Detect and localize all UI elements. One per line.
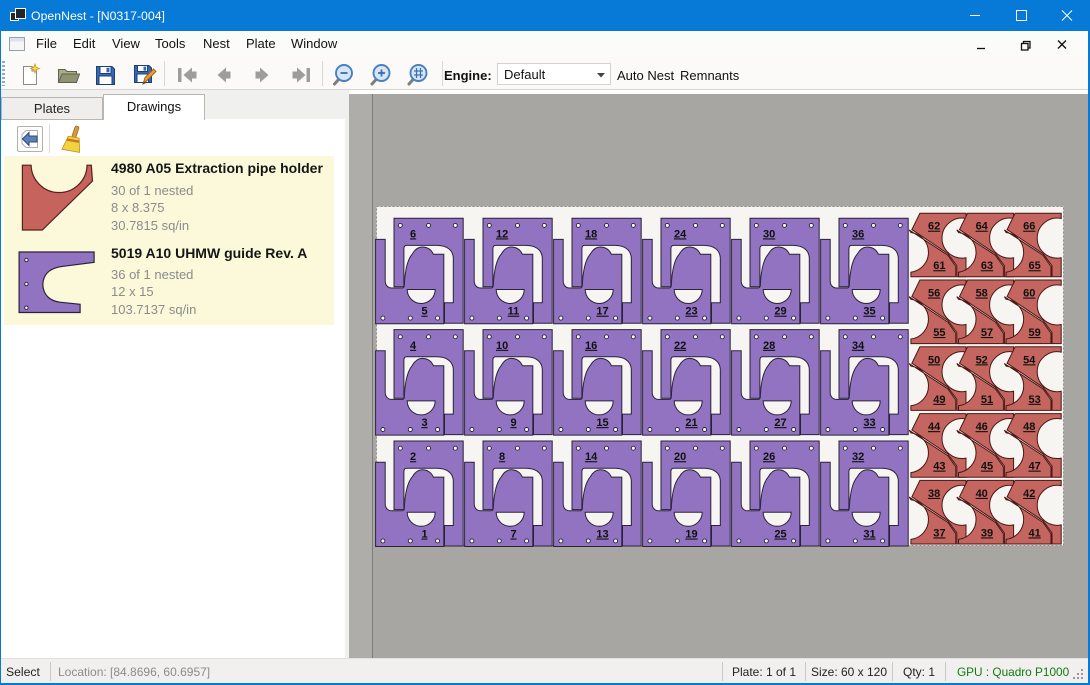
svg-text:1: 1 — [421, 529, 427, 541]
svg-text:53: 53 — [1028, 394, 1040, 406]
svg-text:54: 54 — [1023, 354, 1036, 366]
svg-text:32: 32 — [852, 451, 864, 463]
svg-text:43: 43 — [933, 461, 945, 473]
svg-text:44: 44 — [928, 421, 941, 433]
svg-text:10: 10 — [496, 340, 508, 352]
svg-text:34: 34 — [852, 340, 865, 352]
svg-text:56: 56 — [928, 288, 940, 300]
svg-text:24: 24 — [674, 228, 687, 240]
svg-text:37: 37 — [933, 527, 945, 539]
svg-text:42: 42 — [1023, 488, 1035, 500]
svg-text:12: 12 — [496, 228, 508, 240]
svg-text:28: 28 — [763, 340, 775, 352]
svg-text:17: 17 — [596, 306, 608, 318]
svg-text:7: 7 — [510, 529, 516, 541]
svg-text:11: 11 — [508, 306, 520, 318]
svg-text:47: 47 — [1028, 461, 1040, 473]
svg-text:64: 64 — [976, 221, 989, 233]
svg-text:65: 65 — [1028, 260, 1040, 272]
svg-text:45: 45 — [981, 461, 993, 473]
svg-text:27: 27 — [774, 417, 786, 429]
svg-text:15: 15 — [596, 417, 608, 429]
svg-text:57: 57 — [981, 327, 993, 339]
svg-text:21: 21 — [685, 417, 697, 429]
svg-text:31: 31 — [863, 529, 875, 541]
svg-text:16: 16 — [585, 340, 597, 352]
svg-text:30: 30 — [763, 228, 775, 240]
svg-text:14: 14 — [585, 451, 598, 463]
svg-text:33: 33 — [863, 417, 875, 429]
svg-text:39: 39 — [981, 527, 993, 539]
svg-text:50: 50 — [928, 354, 940, 366]
svg-text:5: 5 — [421, 306, 427, 318]
svg-text:63: 63 — [981, 260, 993, 272]
svg-text:52: 52 — [976, 354, 988, 366]
svg-text:13: 13 — [596, 529, 608, 541]
svg-text:2: 2 — [410, 451, 416, 463]
svg-text:61: 61 — [933, 260, 945, 272]
svg-text:23: 23 — [685, 306, 697, 318]
svg-text:25: 25 — [774, 529, 786, 541]
svg-text:3: 3 — [421, 417, 427, 429]
svg-text:20: 20 — [674, 451, 686, 463]
svg-text:62: 62 — [928, 221, 940, 233]
svg-text:46: 46 — [976, 421, 988, 433]
svg-text:51: 51 — [981, 394, 993, 406]
svg-text:48: 48 — [1023, 421, 1035, 433]
svg-text:55: 55 — [933, 327, 945, 339]
svg-text:6: 6 — [410, 228, 416, 240]
svg-text:49: 49 — [933, 394, 945, 406]
svg-text:26: 26 — [763, 451, 775, 463]
svg-text:38: 38 — [928, 488, 940, 500]
svg-text:40: 40 — [976, 488, 988, 500]
svg-text:35: 35 — [863, 306, 875, 318]
svg-text:60: 60 — [1023, 288, 1035, 300]
svg-text:4: 4 — [410, 340, 417, 352]
svg-text:29: 29 — [774, 306, 786, 318]
svg-text:18: 18 — [585, 228, 597, 240]
svg-text:58: 58 — [976, 288, 988, 300]
svg-text:9: 9 — [510, 417, 516, 429]
svg-text:36: 36 — [852, 228, 864, 240]
svg-text:66: 66 — [1023, 221, 1035, 233]
svg-text:22: 22 — [674, 340, 686, 352]
svg-text:19: 19 — [685, 529, 697, 541]
svg-text:8: 8 — [499, 451, 505, 463]
svg-text:41: 41 — [1028, 527, 1040, 539]
svg-text:59: 59 — [1028, 327, 1040, 339]
